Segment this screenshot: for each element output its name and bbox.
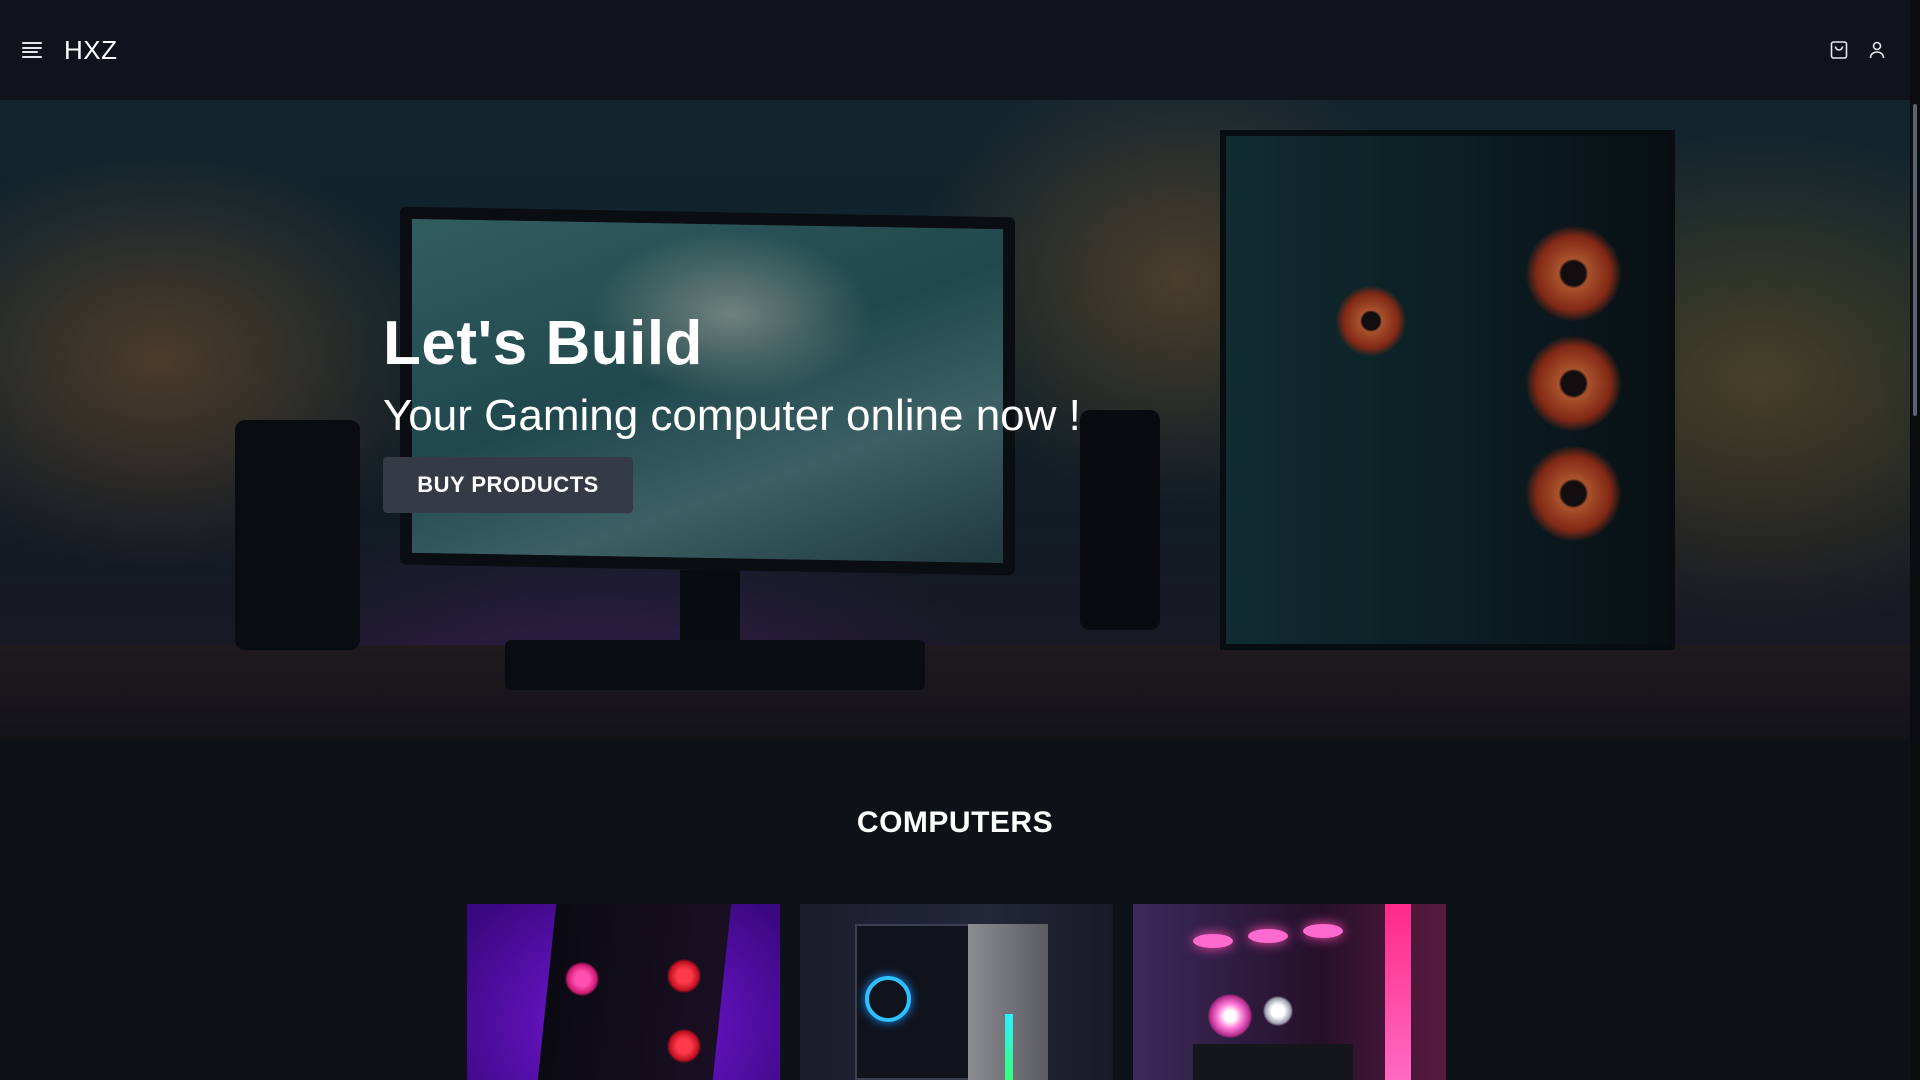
- fan-image: [565, 962, 599, 996]
- fan-image: [1248, 929, 1288, 943]
- fan-image: [1303, 924, 1343, 938]
- product-card-2[interactable]: [800, 904, 1113, 1080]
- nav-left: HXZ: [22, 35, 118, 66]
- shopping-bag-icon[interactable]: [1828, 39, 1850, 61]
- hero-subtitle: Your Gaming computer online now !: [383, 391, 1081, 440]
- product-card-1[interactable]: [467, 904, 780, 1080]
- nav-right: [1828, 39, 1888, 61]
- led-strip-image: [1005, 1014, 1013, 1080]
- computers-heading: COMPUTERS: [856, 806, 1054, 839]
- page: HXZ Let's Build Your Gaming computer onl…: [0, 0, 1920, 1080]
- hero-banner: Let's Build Your Gaming computer online …: [0, 100, 1910, 740]
- hero-content: Let's Build Your Gaming computer online …: [383, 308, 1081, 513]
- menu-icon[interactable]: [22, 42, 42, 58]
- fan-image: [1208, 994, 1252, 1038]
- buy-products-button[interactable]: BUY PRODUCTS: [383, 457, 633, 513]
- product-card-3[interactable]: [1133, 904, 1446, 1080]
- cpu-cooler-image: [1263, 996, 1293, 1026]
- hero-title: Let's Build: [383, 309, 703, 378]
- pc-case-purple-image: [537, 904, 732, 1080]
- scrollbar-thumb[interactable]: [1913, 104, 1917, 416]
- computers-grid: [467, 904, 1446, 1080]
- gpu-image: [1193, 1044, 1353, 1080]
- fan-image: [865, 976, 911, 1022]
- navbar: HXZ: [0, 0, 1910, 100]
- led-strip-image: [1385, 904, 1411, 1080]
- fan-image: [667, 959, 701, 993]
- user-icon[interactable]: [1866, 39, 1888, 61]
- page-scrollbar[interactable]: [1910, 0, 1920, 1080]
- fan-image: [667, 1029, 701, 1063]
- brand-logo[interactable]: HXZ: [64, 35, 118, 66]
- fan-image: [1193, 934, 1233, 948]
